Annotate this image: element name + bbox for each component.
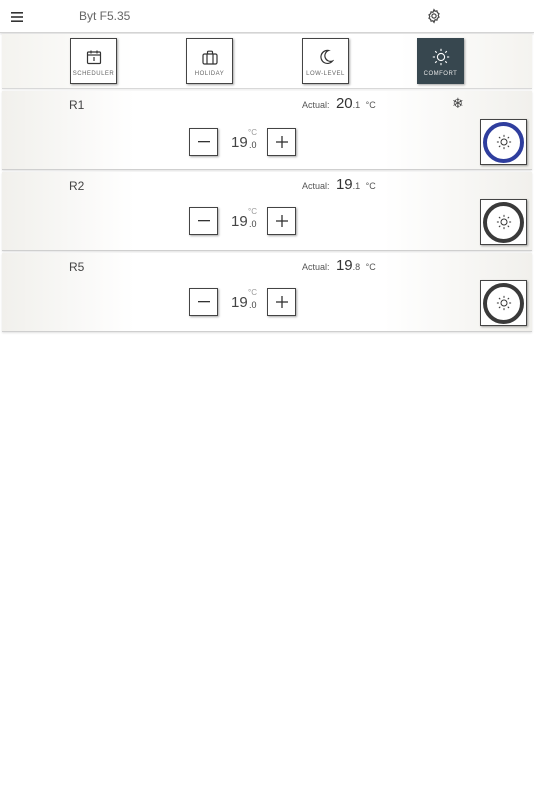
moon-icon <box>318 48 334 66</box>
increase-setpoint-button[interactable] <box>267 288 296 316</box>
sun-icon <box>496 295 511 311</box>
comfort-label: COMFORT <box>423 71 458 77</box>
low-level-mode-button[interactable]: LOW-LEVEL <box>302 38 349 84</box>
comfort-mode-button[interactable]: COMFORT <box>417 38 464 84</box>
room-card-r5: R5 Actual: 19.8 °C °C 19 .0 <box>2 253 532 332</box>
suitcase-icon <box>201 48 218 66</box>
sun-icon <box>432 48 450 66</box>
gear-icon[interactable] <box>424 6 444 26</box>
setpoint-value: °C 19 .0 <box>231 207 257 230</box>
snowflake-icon: ❄ <box>452 95 464 111</box>
increase-setpoint-button[interactable] <box>267 128 296 156</box>
calendar-icon <box>86 48 102 66</box>
scheduler-mode-button[interactable]: SCHEDULER <box>70 38 117 84</box>
room-name: R1 <box>69 98 85 112</box>
room-card-r1: R1 Actual: 20.1 °C ❄ °C 19 .0 <box>2 91 532 170</box>
scheduler-label: SCHEDULER <box>72 71 115 77</box>
app-header: Byt F5.35 <box>0 0 534 33</box>
setpoint-value: °C 19 .0 <box>231 128 257 151</box>
decrease-setpoint-button[interactable] <box>189 288 218 316</box>
mode-bar: SCHEDULER HOLIDAY LOW-LEVEL COMFORT <box>2 34 532 89</box>
room-name: R5 <box>69 260 85 274</box>
comfort-ring <box>483 201 524 243</box>
increase-setpoint-button[interactable] <box>267 207 296 235</box>
sun-icon <box>496 214 511 230</box>
room-mode-toggle[interactable] <box>480 280 527 326</box>
room-mode-toggle[interactable] <box>480 119 527 165</box>
low-level-label: LOW-LEVEL <box>306 71 345 77</box>
comfort-ring <box>483 282 524 324</box>
setpoint-value: °C 19 .0 <box>231 288 257 311</box>
actual-temperature: Actual: 19.1 °C <box>302 176 376 193</box>
decrease-setpoint-button[interactable] <box>189 207 218 235</box>
holiday-label: HOLIDAY <box>194 71 225 77</box>
holiday-mode-button[interactable]: HOLIDAY <box>186 38 233 84</box>
room-card-r2: R2 Actual: 19.1 °C °C 19 .0 <box>2 172 532 251</box>
actual-temperature: Actual: 20.1 °C <box>302 95 376 112</box>
hamburger-menu-icon[interactable] <box>6 6 28 28</box>
comfort-ring <box>483 121 524 163</box>
room-mode-toggle[interactable] <box>480 199 527 245</box>
room-name: R2 <box>69 179 85 193</box>
actual-temperature: Actual: 19.8 °C <box>302 257 376 274</box>
page-title: Byt F5.35 <box>79 9 131 23</box>
sun-icon <box>496 134 511 150</box>
decrease-setpoint-button[interactable] <box>189 128 218 156</box>
